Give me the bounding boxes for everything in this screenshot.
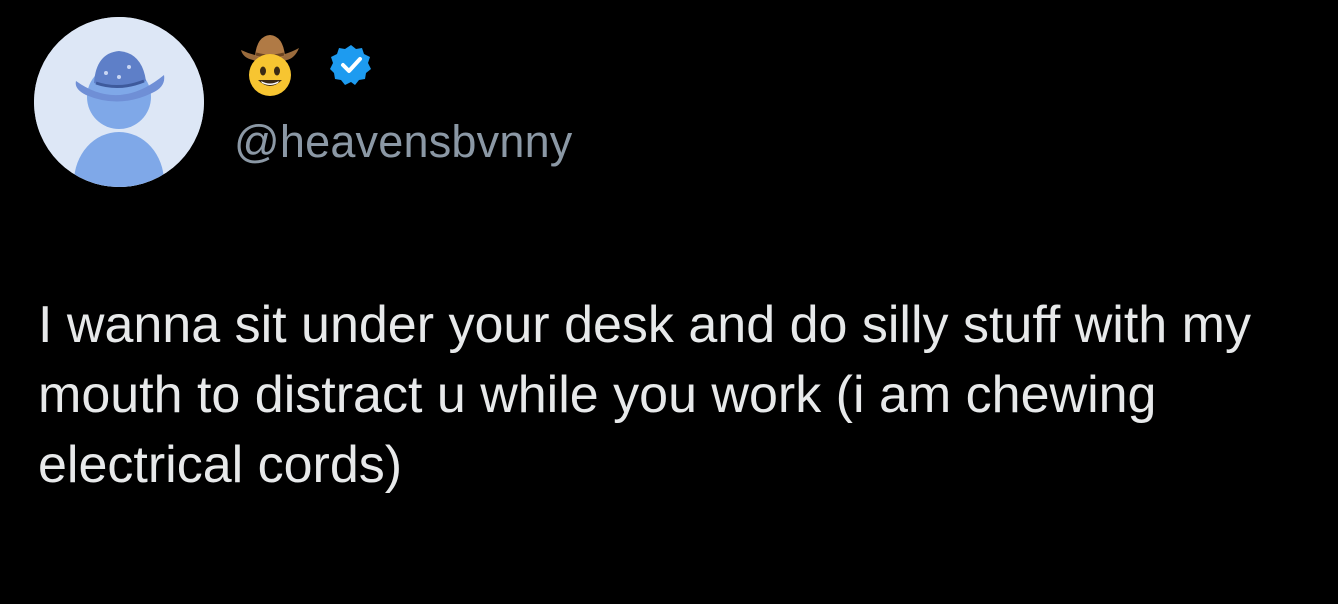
- cowboy-face-icon: [241, 35, 299, 96]
- tweet-card: @heavensbvnny I wanna sit under your des…: [0, 0, 1338, 604]
- user-handle[interactable]: @heavensbvnny: [234, 116, 573, 168]
- verified-badge-icon: [330, 45, 371, 85]
- avatar[interactable]: [34, 17, 204, 187]
- avatar-cowboy-figure-icon: [34, 17, 204, 187]
- tweet-text: I wanna sit under your desk and do silly…: [38, 296, 1251, 494]
- display-name-row[interactable]: [235, 30, 373, 100]
